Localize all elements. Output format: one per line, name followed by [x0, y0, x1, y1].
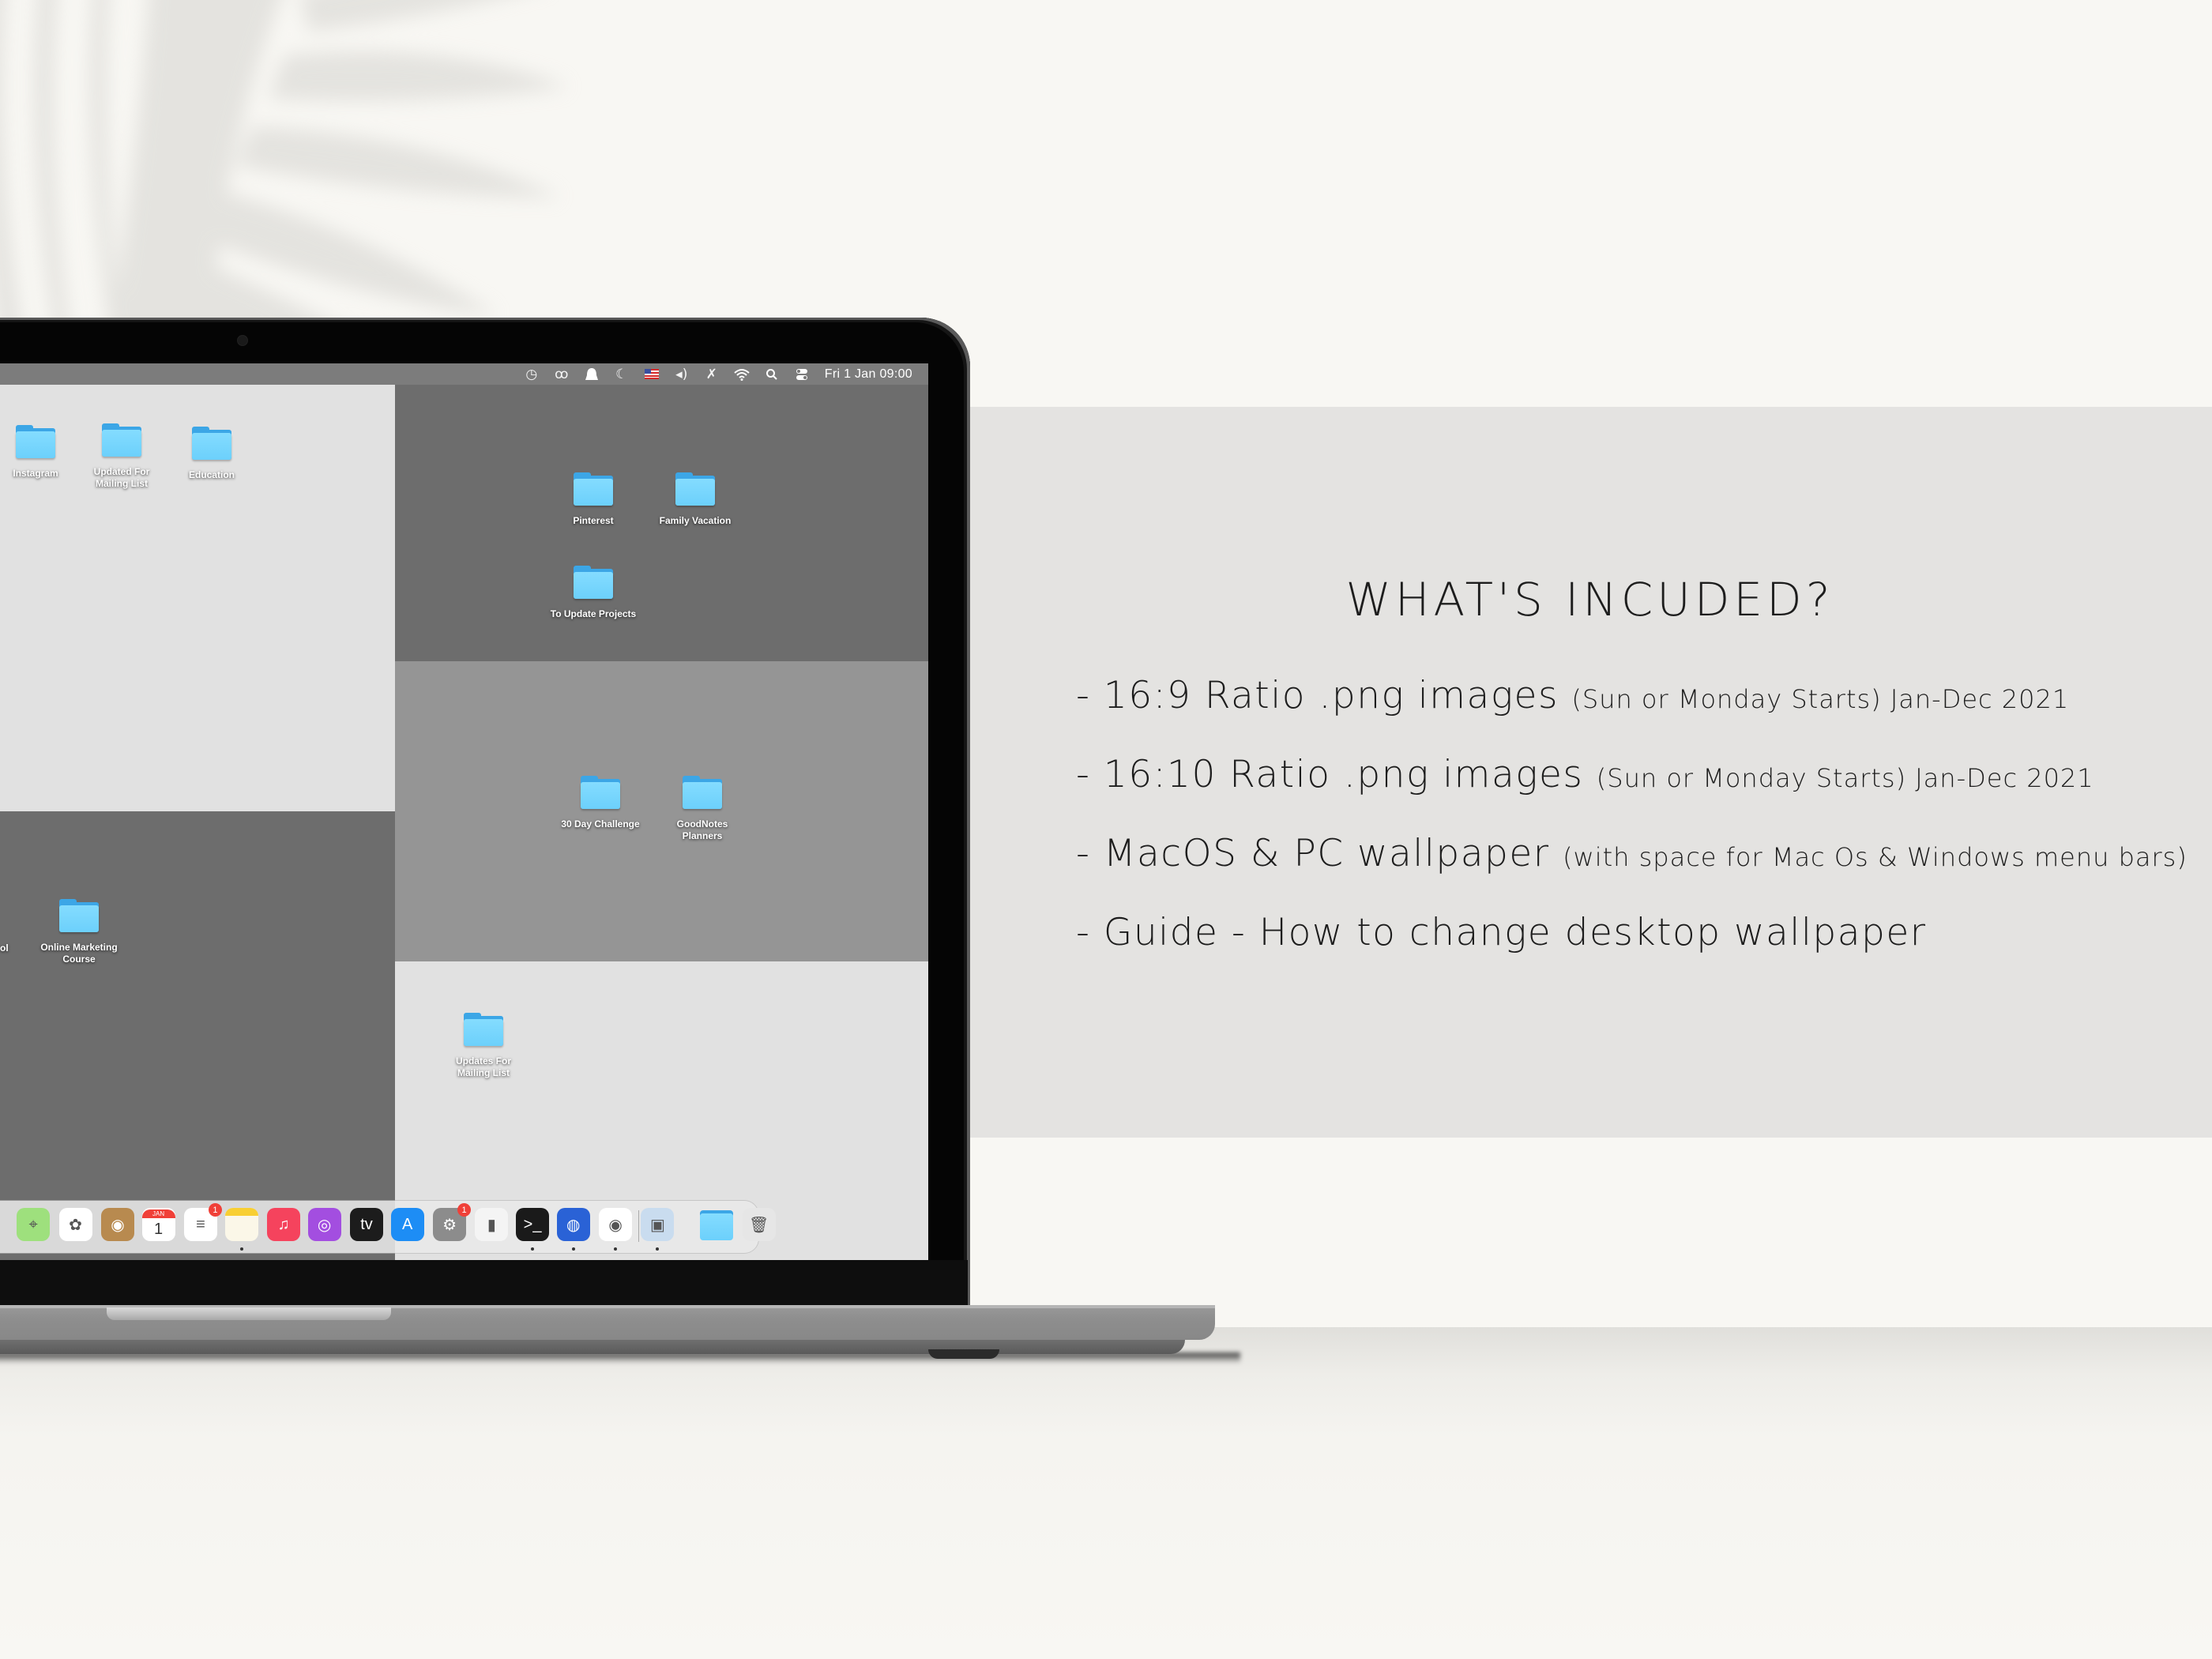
desktop-folder[interactable]: Updated For Mailing List: [82, 423, 161, 490]
desktop-folder[interactable]: Instagram: [0, 425, 75, 480]
folder-icon: [675, 472, 715, 506]
dock-app-firefox[interactable]: ◍: [556, 1208, 590, 1241]
dock-icon-part: 1: [154, 1220, 164, 1238]
dock-app-trash[interactable]: 🗑: [742, 1208, 776, 1241]
moon-icon[interactable]: ☾: [607, 363, 637, 385]
running-indicator: [656, 1247, 660, 1251]
desktop-folder[interactable]: Family Vacation: [656, 472, 735, 527]
menubar-clock[interactable]: Fri 1 Jan 09:00: [825, 367, 912, 382]
us-flag-icon[interactable]: [637, 363, 667, 385]
running-indicator: [614, 1247, 618, 1251]
partial-folder-label: ol: [0, 942, 9, 954]
search-icon[interactable]: [757, 363, 787, 385]
folder-icon: [192, 427, 231, 460]
notification-icon[interactable]: [577, 363, 607, 385]
wallpaper-tile: [395, 661, 928, 961]
desktop-folder[interactable]: Online Marketing Course: [40, 899, 118, 965]
running-indicator: [239, 1247, 243, 1251]
laptop-chin: [0, 1260, 968, 1305]
dock-app-contacts[interactable]: ◉: [100, 1208, 134, 1241]
timer-icon[interactable]: ◷: [517, 363, 547, 385]
folder-icon: [16, 425, 55, 458]
dock-app-terminal[interactable]: >_: [516, 1208, 550, 1241]
lid-notch: [107, 1307, 391, 1320]
feature-main: - MacOS & PC wallpaper: [1076, 832, 1563, 875]
folder-icon: [59, 899, 99, 932]
feature-item: - 16:9 Ratio .png images (Sun or Monday …: [1076, 674, 2069, 717]
folder-icon: [581, 776, 620, 809]
wallpaper-tile: [0, 811, 395, 1260]
volume-icon[interactable]: ◂): [667, 363, 697, 385]
dock-icon-part: [224, 1208, 258, 1216]
dock-app-maps[interactable]: ⌖: [17, 1208, 51, 1241]
bluetooth-off-icon[interactable]: ✗: [697, 363, 727, 385]
desktop-screen: ◷ ꝏ ☾ ◂) ✗ Fri 1 Jan 09:00 Instagram Upd…: [0, 363, 928, 1260]
feature-item: - 16:10 Ratio .png images (Sun or Monday…: [1076, 753, 2094, 796]
dock-icon-part: [700, 1213, 734, 1240]
feature-note: (Sun or Monday Starts) Jan-Dec 2021: [1571, 684, 2070, 714]
feature-main: - 16:10 Ratio .png images: [1076, 753, 1597, 796]
laptop-shadow: [0, 1352, 1240, 1364]
running-indicator: [571, 1247, 575, 1251]
desktop-folder[interactable]: 30 Day Challenge: [561, 776, 640, 830]
folder-icon: [574, 566, 613, 599]
dock-app-calendar[interactable]: JAN 1: [141, 1208, 175, 1241]
laptop-foot: [928, 1349, 999, 1359]
dock-separator: [638, 1210, 639, 1242]
palm-leaf-shadow: [0, 0, 569, 340]
camera-icon: [237, 335, 248, 346]
dock-app-system-preferences[interactable]: ⚙ 1: [433, 1203, 472, 1241]
desktop-folder[interactable]: Updates For Mailing List: [444, 1013, 523, 1079]
dock-app-tv[interactable]: tv: [350, 1208, 384, 1241]
desktop-folder[interactable]: Education: [172, 427, 251, 481]
menu-bar: ◷ ꝏ ☾ ◂) ✗ Fri 1 Jan 09:00: [0, 363, 928, 385]
notification-badge: 1: [457, 1203, 472, 1217]
feature-note: (with space for Mac Os & Windows menu ba…: [1563, 842, 2188, 872]
feature-main: - Guide - How to change desktop wallpape…: [1076, 911, 1927, 954]
folder-icon: [574, 472, 613, 506]
feature-main: - 16:9 Ratio .png images: [1076, 674, 1572, 717]
dock-app-downloads-folder[interactable]: [700, 1208, 734, 1241]
laptop-base-bottom: [0, 1340, 1185, 1354]
desktop-folder[interactable]: GoodNotes Planners: [663, 776, 742, 842]
dock-app-numbers[interactable]: ▮: [475, 1208, 509, 1241]
feature-note: (Sun or Monday Starts) Jan-Dec 2021: [1596, 763, 2094, 793]
notification-badge: 1: [208, 1203, 222, 1217]
desktop-folder[interactable]: To Update Projects: [551, 566, 636, 620]
feature-item: - MacOS & PC wallpaper (with space for M…: [1076, 832, 2188, 875]
dock-app-preview[interactable]: ▣: [641, 1208, 675, 1241]
dock-icon-part: JAN: [141, 1209, 175, 1218]
dock-app-reminders[interactable]: ≡ 1: [183, 1203, 222, 1241]
dock: ⌖ ✿ ◉ JAN 1 ≡ 1 ♫ ◎ tv A ⚙ 1 ▮ >_ ◍ ◉ ▣ 🗑: [0, 1201, 776, 1253]
panel-title: WHAT'S INCUDED?: [1345, 573, 1834, 626]
dock-app-app-store[interactable]: A: [390, 1208, 424, 1241]
floor-surface: [0, 1327, 2212, 1659]
feature-item: - Guide - How to change desktop wallpape…: [1076, 911, 1927, 954]
folder-icon: [464, 1013, 503, 1046]
dock-app-photos[interactable]: ✿: [58, 1208, 92, 1241]
glasses-icon[interactable]: ꝏ: [547, 363, 577, 385]
dock-app-chrome[interactable]: ◉: [599, 1208, 633, 1241]
running-indicator: [531, 1247, 535, 1251]
dock-app-notes[interactable]: [224, 1208, 258, 1241]
folder-icon: [102, 423, 141, 457]
folder-icon: [683, 776, 722, 809]
dock-app-podcasts[interactable]: ◎: [307, 1208, 341, 1241]
wifi-icon[interactable]: [727, 363, 757, 385]
control-center-icon[interactable]: [787, 363, 817, 385]
desktop-folder[interactable]: Pinterest: [554, 472, 633, 527]
dock-app-music[interactable]: ♫: [267, 1208, 300, 1241]
